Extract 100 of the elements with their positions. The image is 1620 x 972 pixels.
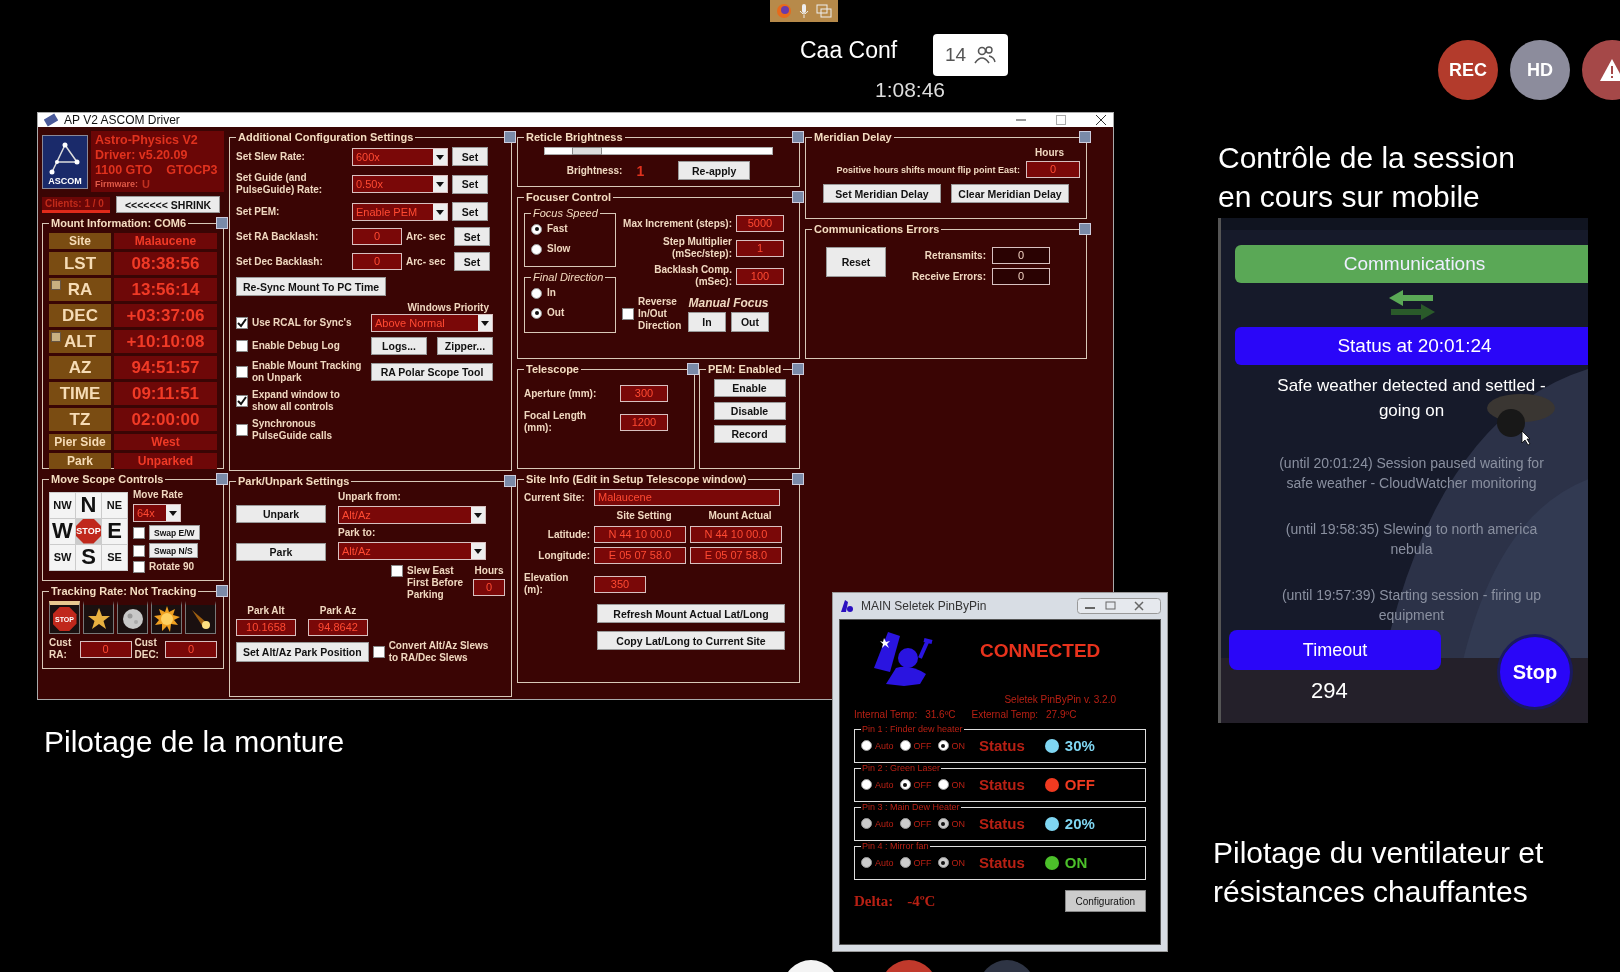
mount-info-value: 08:38:56 <box>114 252 217 275</box>
radio-button[interactable] <box>899 857 911 868</box>
radio-button[interactable] <box>937 818 949 829</box>
radio-label: Auto <box>875 740 894 751</box>
radio-label: OFF <box>913 857 932 868</box>
park-button[interactable]: Park <box>236 543 326 561</box>
direction-button[interactable]: E <box>102 518 127 544</box>
window-controls-icon[interactable] <box>1077 598 1161 614</box>
tracking-rate-button[interactable] <box>151 601 182 634</box>
unpark-button[interactable]: Unpark <box>236 505 326 523</box>
temperature-label: Internal Temp: <box>854 709 918 720</box>
direction-button[interactable]: S <box>76 544 101 570</box>
configuration-button[interactable]: Configuration <box>1064 890 1146 912</box>
direction-button[interactable]: NW <box>50 492 75 518</box>
radio-button[interactable] <box>531 287 542 299</box>
radio-label: In <box>547 287 556 299</box>
direction-button[interactable]: N <box>76 492 101 518</box>
timeout-count: 294 <box>1311 678 1348 704</box>
slew-east-label: Slew East First Before Parking <box>407 565 465 601</box>
radio-button[interactable] <box>937 857 949 868</box>
site-action-button[interactable]: Refresh Mount Actual Lat/Long <box>597 604 785 623</box>
reset-button[interactable]: Reset <box>826 247 886 277</box>
checkbox[interactable] <box>622 308 634 320</box>
swap-button[interactable]: Swap E/W <box>149 525 200 540</box>
focus-button[interactable]: Out <box>731 311 769 332</box>
set-button[interactable]: Set <box>452 202 488 221</box>
tracking-rate-button[interactable] <box>185 601 216 634</box>
radio-button[interactable] <box>899 779 911 790</box>
move-rate-label: Move Rate <box>133 489 183 501</box>
radio-button[interactable] <box>531 223 542 235</box>
checkbox[interactable] <box>133 561 145 573</box>
checkbox[interactable] <box>236 424 248 436</box>
checkbox[interactable] <box>236 317 248 329</box>
caret-icon <box>433 176 447 192</box>
logo-text: ASCOM <box>48 175 82 186</box>
pin-value: OFF <box>1064 776 1095 793</box>
stop-button[interactable]: STOP <box>76 518 101 544</box>
checkbox[interactable] <box>236 366 248 378</box>
resync-button[interactable]: Re-Sync Mount To PC Time <box>236 277 387 296</box>
radio-button[interactable] <box>861 740 872 751</box>
checkbox[interactable] <box>133 526 145 539</box>
mount-info-value: 13:56:14 <box>114 278 217 301</box>
radio-button[interactable] <box>899 818 911 829</box>
radio-button[interactable] <box>861 857 872 868</box>
set-button[interactable]: Set <box>454 252 490 271</box>
reapply-button[interactable]: Re-apply <box>678 161 751 180</box>
direction-button[interactable]: W <box>50 518 75 544</box>
slider-thumb[interactable] <box>572 147 603 155</box>
panel-title: Reticle Brightness <box>525 131 624 143</box>
checkbox[interactable] <box>236 395 248 407</box>
pem-button[interactable]: Disable <box>713 402 786 420</box>
people-icon <box>974 45 997 65</box>
microphone-icon[interactable] <box>798 3 810 19</box>
checkbox[interactable] <box>236 340 248 352</box>
pem-button[interactable]: Record <box>713 425 786 443</box>
checkbox-label: Enable Mount Tracking on Unpark <box>252 360 363 384</box>
radio-button[interactable] <box>937 740 949 751</box>
radio-label: OFF <box>913 779 932 790</box>
radio-button[interactable] <box>861 818 872 829</box>
group-title: Focus Speed <box>532 207 599 219</box>
site-action-button[interactable]: Copy Lat/Long to Current Site <box>597 631 785 650</box>
radio-button[interactable] <box>937 779 949 790</box>
focus-button[interactable]: In <box>688 311 726 332</box>
caret-icon <box>471 543 485 559</box>
tool-button[interactable]: RA Polar Scope Tool <box>371 363 493 381</box>
app-icon <box>839 598 855 614</box>
set-park-position-button[interactable]: Set Alt/Az Park Position <box>236 642 369 662</box>
radio-button[interactable] <box>861 779 872 790</box>
caret-icon <box>478 315 492 331</box>
browser-icon[interactable] <box>776 3 792 19</box>
app-icon <box>44 113 58 127</box>
tracking-rate-button[interactable] <box>83 601 114 634</box>
brightness-slider[interactable] <box>544 147 773 155</box>
shrink-button[interactable]: <<<<<<< SHRINK <box>116 196 220 213</box>
set-button[interactable]: Set <box>454 227 490 246</box>
setting-label: Set Dec Backlash: <box>236 255 324 268</box>
tool-button[interactable]: Logs... <box>371 337 427 355</box>
participants-button[interactable]: 14 <box>933 34 1009 76</box>
pem-button[interactable]: Enable <box>713 379 786 397</box>
set-button[interactable]: Set <box>452 147 488 166</box>
swap-button[interactable]: Swap N/S <box>149 543 198 558</box>
meridian-button[interactable]: Clear Meridian Delay <box>951 184 1069 203</box>
pin-name: Pin 3 : Main Dew Heater <box>861 802 961 812</box>
hours-label: Hours <box>474 565 504 577</box>
checkbox[interactable] <box>372 646 385 658</box>
radio-button[interactable] <box>899 740 911 751</box>
radio-button[interactable] <box>531 243 542 255</box>
tracking-rate-button[interactable] <box>117 601 148 634</box>
tool-button[interactable]: Zipper... <box>437 337 493 355</box>
direction-button[interactable]: SW <box>50 544 75 570</box>
checkbox[interactable] <box>133 544 145 557</box>
direction-button[interactable]: NE <box>102 492 127 518</box>
meridian-button[interactable]: Set Meridian Delay <box>823 184 941 203</box>
quality-indicator: REC <box>1438 40 1498 100</box>
set-button[interactable]: Set <box>452 174 488 194</box>
direction-button[interactable]: SE <box>102 544 127 570</box>
radio-button[interactable] <box>531 307 542 319</box>
mount-info-label: Site <box>49 233 111 249</box>
close-icon[interactable] <box>1095 114 1107 126</box>
checkbox[interactable] <box>391 565 403 577</box>
